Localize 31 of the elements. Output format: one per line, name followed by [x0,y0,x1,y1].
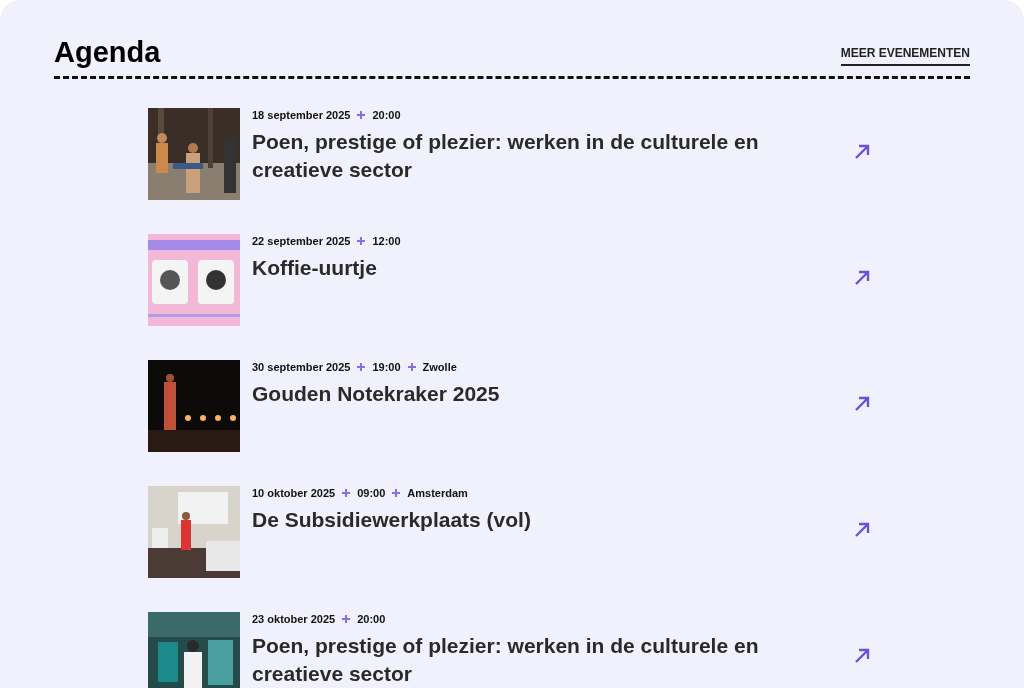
event-meta: Zwolle [422,360,457,374]
plus-icon [407,363,416,371]
event-meta: 10 oktober 2025 [252,486,336,500]
event-meta: 20:00 [357,612,386,626]
more-events-link[interactable]: MEER EVENEMENTEN [840,44,970,66]
event-title[interactable]: Poen, prestige of plezier: werken in de culturele en creatieve sector [252,128,812,184]
section-heading: Agenda [54,35,161,70]
event-meta: 12:00 [372,234,401,248]
arrow-icon[interactable] [854,648,870,664]
arrow-icon[interactable] [854,144,870,160]
event-meta: 23 oktober 2025 [252,612,336,626]
plus-icon [342,489,351,497]
plus-icon [357,111,366,119]
arrow-icon[interactable] [854,396,870,412]
plus-icon [357,363,366,371]
event-meta: 22 september 2025 [252,234,351,248]
event-title[interactable]: Koffie-uurtje [252,254,812,282]
event-meta: Amsterdam [407,486,468,500]
event-title[interactable]: Gouden Notekraker 2025 [252,380,812,408]
event-meta: 19:00 [372,360,401,374]
event-meta: 30 september 2025 [252,360,351,374]
event-meta: 09:00 [357,486,386,500]
plus-icon [357,237,366,245]
arrow-icon[interactable] [854,270,870,286]
plus-icon [342,615,351,623]
arrow-icon[interactable] [854,522,870,538]
event-meta: 20:00 [372,108,401,122]
plus-icon [392,489,401,497]
event-meta: 18 september 2025 [252,108,351,122]
event-title[interactable]: Poen, prestige of plezier: werken in de culturele en creatieve sector [252,632,812,688]
event-title[interactable]: De Subsidiewerkplaats (vol) [252,506,812,534]
